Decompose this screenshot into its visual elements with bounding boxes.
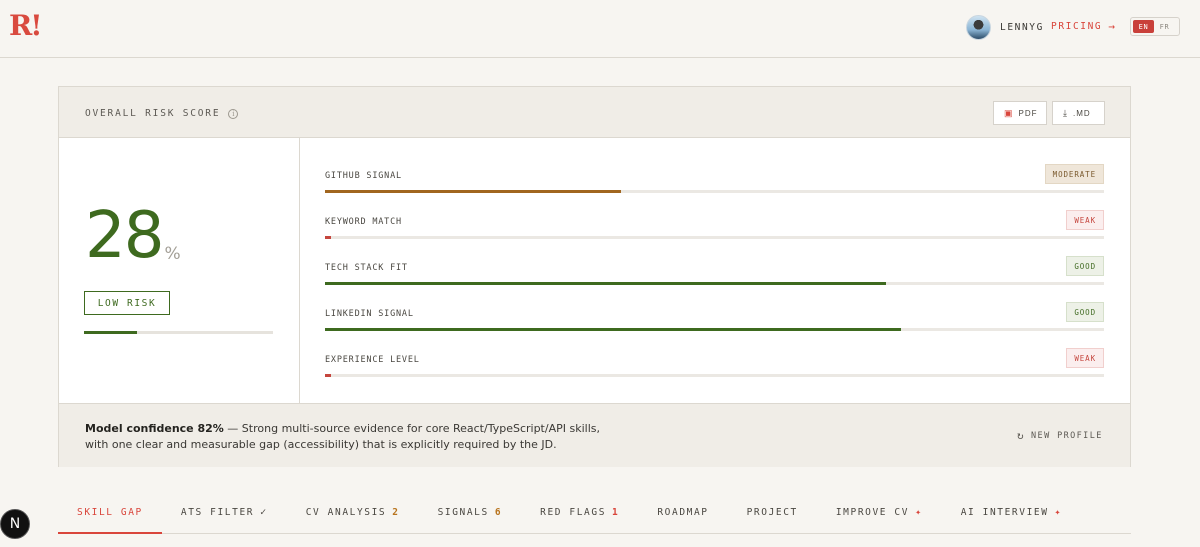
signal-label: KEYWORD MATCH <box>325 217 402 227</box>
signal-status-badge: GOOD <box>1066 302 1104 322</box>
signal-bar-fill <box>325 236 332 239</box>
signal-bar-fill <box>325 328 902 331</box>
pricing-label: PRICING <box>1051 21 1103 32</box>
signal-bar <box>325 236 1104 239</box>
tab-red-flags[interactable]: RED FLAGS 1 <box>521 491 638 533</box>
export-md-label: .MD <box>1072 108 1091 118</box>
signal-bar-fill <box>325 282 886 285</box>
tab-cv-analysis[interactable]: CV ANALYSIS 2 <box>287 491 419 533</box>
card-title-text: OVERALL RISK SCORE <box>85 108 221 119</box>
signal-label: LINKEDIN SIGNAL <box>325 309 414 319</box>
signal-bar <box>325 374 1104 377</box>
score-value: 28 <box>85 199 164 273</box>
avatar[interactable] <box>966 14 991 40</box>
export-pdf-button[interactable]: ▣ PDF <box>993 101 1047 125</box>
tab-ai-interview[interactable]: AI INTERVIEW ✦ <box>942 491 1081 533</box>
score-panel: 28 % LOW RISK <box>59 138 300 403</box>
tab-label: CV ANALYSIS <box>305 506 387 518</box>
signal-row-keyword: KEYWORD MATCH WEAK <box>325 205 1104 245</box>
lang-option-en[interactable]: EN <box>1133 20 1154 33</box>
signal-bar-fill <box>325 374 332 377</box>
refresh-icon: ↻ <box>1017 429 1026 442</box>
signal-label: EXPERIENCE LEVEL <box>325 355 420 365</box>
signal-bar <box>325 282 1104 285</box>
tab-label: AI INTERVIEW <box>960 506 1049 518</box>
tab-count-badge: 6 <box>494 506 503 518</box>
tab-count-badge: 2 <box>392 506 400 518</box>
score-progress-bar <box>84 331 273 334</box>
tab-improve-cv[interactable]: IMPROVE CV ✦ <box>817 491 942 533</box>
language-switcher[interactable]: EN FR <box>1130 17 1180 36</box>
signal-status-badge: WEAK <box>1066 348 1104 368</box>
download-icon: ⤓ <box>1063 107 1068 118</box>
top-bar: R! LENNYG PRICING → EN FR <box>0 0 1200 58</box>
risk-level-badge: LOW RISK <box>84 291 170 315</box>
signal-bar-fill <box>325 190 622 193</box>
user-menu[interactable]: LENNYG <box>966 14 1044 40</box>
dev-tools-badge[interactable]: N <box>0 509 30 539</box>
signal-row-github: GITHUB SIGNAL MODERATE <box>325 159 1104 199</box>
risk-score: 28 % <box>85 204 181 268</box>
report-tabs: SKILL GAP ATS FILTER ✓ CV ANALYSIS 2 SIGNA… <box>58 491 1131 534</box>
tab-label: ROADMAP <box>657 506 709 518</box>
signal-row-experience: EXPERIENCE LEVEL WEAK <box>325 343 1104 383</box>
score-progress-fill <box>84 331 137 334</box>
tab-roadmap[interactable]: ROADMAP <box>638 491 727 533</box>
tab-label: IMPROVE CV <box>835 506 910 518</box>
risk-score-card: OVERALL RISK SCORE i ▣ PDF ⤓ .MD 28 % LO… <box>58 86 1131 467</box>
tab-project[interactable]: PROJECT <box>728 491 817 533</box>
user-name[interactable]: LENNYG <box>1000 22 1044 33</box>
tab-label: SIGNALS <box>437 506 489 518</box>
tab-label: SKILL GAP <box>77 506 143 518</box>
card-footer: Model confidence 82% — Strong multi-sour… <box>59 403 1130 467</box>
app-logo[interactable]: R! <box>9 10 45 42</box>
info-icon[interactable]: i <box>228 108 239 119</box>
signal-status-badge: WEAK <box>1066 210 1104 230</box>
tab-label: PROJECT <box>746 506 798 518</box>
new-profile-label: NEW PROFILE <box>1031 430 1103 441</box>
tab-label: ATS FILTER <box>180 506 255 518</box>
signal-label: GITHUB SIGNAL <box>325 171 402 181</box>
tab-skill-gap[interactable]: SKILL GAP <box>58 491 162 534</box>
signal-bar <box>325 328 1104 331</box>
export-md-button[interactable]: ⤓ .MD <box>1052 101 1105 125</box>
tab-count-badge: 1 <box>612 506 620 518</box>
tab-ats-filter[interactable]: ATS FILTER ✓ <box>162 491 287 533</box>
signal-status-badge: GOOD <box>1066 256 1104 276</box>
pricing-link[interactable]: PRICING → <box>1051 20 1115 33</box>
confidence-summary: Model confidence 82% — Strong multi-sour… <box>85 421 625 453</box>
tab-signals[interactable]: SIGNALS 6 <box>419 491 522 533</box>
lang-option-fr[interactable]: FR <box>1154 20 1175 33</box>
export-pdf-label: PDF <box>1018 108 1038 118</box>
sparkle-icon: ✦ <box>1054 506 1063 518</box>
score-unit: % <box>164 244 181 264</box>
signal-label: TECH STACK FIT <box>325 263 408 273</box>
signal-status-badge: MODERATE <box>1044 164 1104 184</box>
arrow-right-icon: → <box>1108 20 1115 33</box>
signal-row-linkedin: LINKEDIN SIGNAL GOOD <box>325 297 1104 337</box>
signal-bar <box>325 190 1104 193</box>
tab-label: RED FLAGS <box>540 506 607 518</box>
check-icon: ✓ <box>260 506 268 518</box>
pdf-icon: ▣ <box>1004 107 1014 118</box>
new-profile-button[interactable]: ↻ NEW PROFILE <box>1017 429 1103 442</box>
confidence-label: Model confidence 82% <box>85 422 224 435</box>
card-header: OVERALL RISK SCORE i ▣ PDF ⤓ .MD <box>59 87 1130 138</box>
sparkle-icon: ✦ <box>915 506 923 518</box>
signal-row-tech-stack: TECH STACK FIT GOOD <box>325 251 1104 291</box>
card-title: OVERALL RISK SCORE i <box>85 108 239 119</box>
